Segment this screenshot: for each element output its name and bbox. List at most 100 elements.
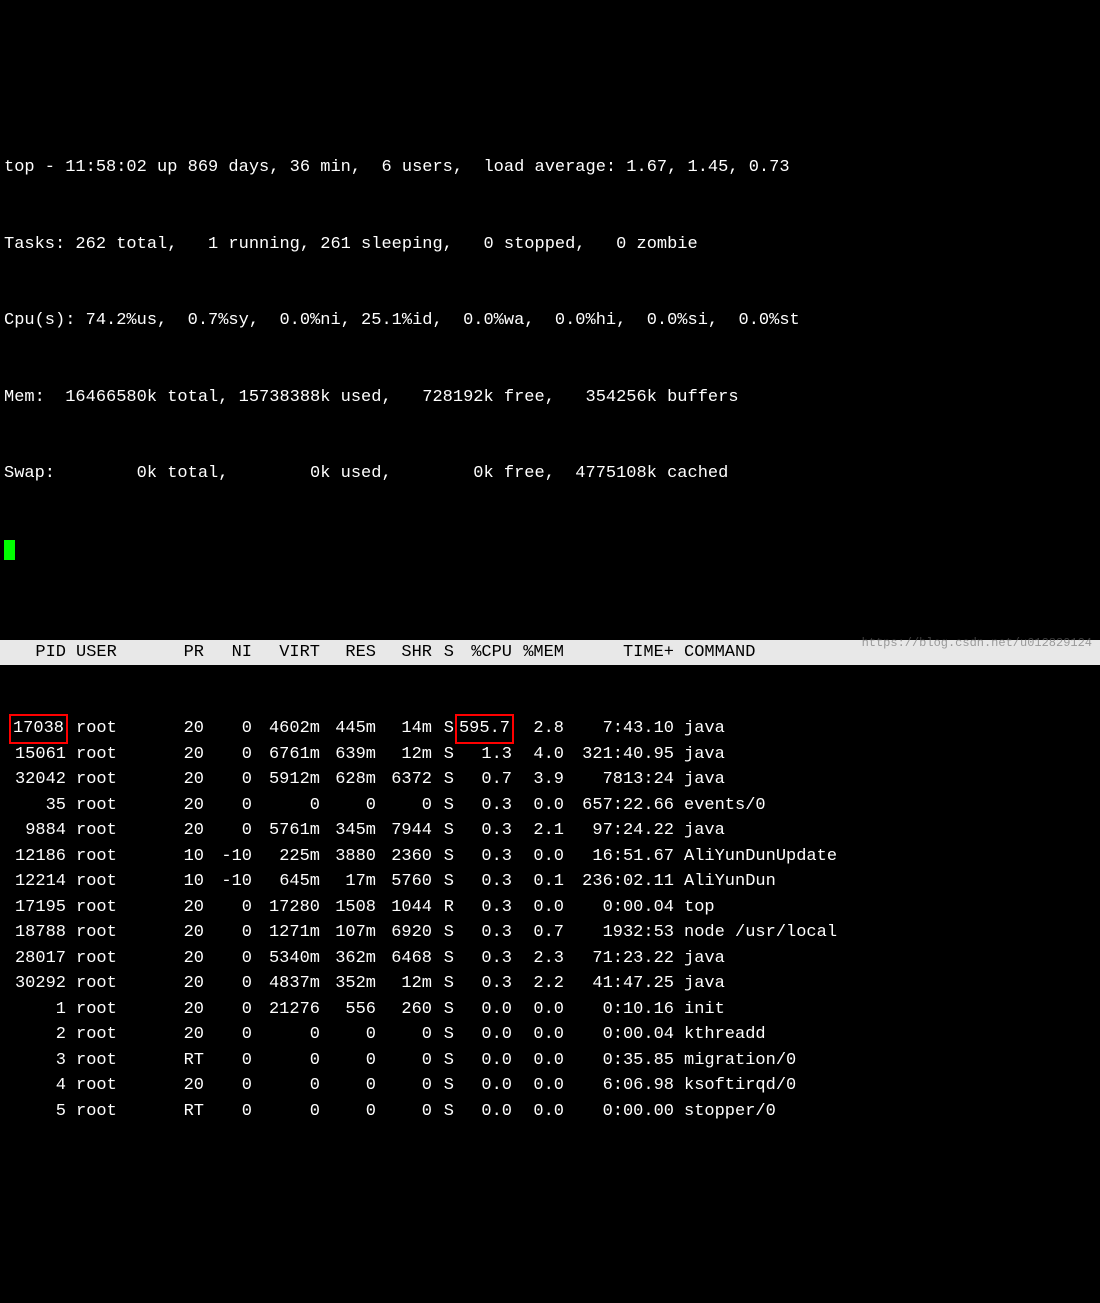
cell-cmd: top	[674, 895, 715, 921]
cell-cpu: 0.3	[454, 946, 512, 972]
cell-cmd: ksoftirqd/0	[674, 1073, 796, 1099]
process-row[interactable]: 9884root2005761m345m7944S0.32.197:24.22j…	[4, 818, 1096, 844]
header-user[interactable]: USER	[66, 640, 170, 666]
cell-user: root	[66, 971, 170, 997]
cell-time: 0:35.85	[564, 1048, 674, 1074]
cell-shr: 0	[376, 1048, 432, 1074]
cell-virt: 4602m	[252, 716, 320, 742]
cell-virt: 1271m	[252, 920, 320, 946]
cell-pid: 18788	[4, 920, 66, 946]
header-pid[interactable]: PID	[4, 640, 66, 666]
cell-user: root	[66, 920, 170, 946]
cell-pid: 4	[4, 1073, 66, 1099]
process-row[interactable]: 17195root2001728015081044R0.30.00:00.04t…	[4, 895, 1096, 921]
cell-s: S	[432, 946, 454, 972]
header-cpu[interactable]: %CPU	[454, 640, 512, 666]
top-summary-block: top - 11:58:02 up 869 days, 36 min, 6 us…	[0, 102, 1100, 589]
cell-ni: 0	[204, 767, 252, 793]
cell-pr: 20	[170, 742, 204, 768]
header-virt[interactable]: VIRT	[252, 640, 320, 666]
header-res[interactable]: RES	[320, 640, 376, 666]
cell-shr: 5760	[376, 869, 432, 895]
cell-shr: 260	[376, 997, 432, 1023]
process-row[interactable]: 5rootRT0000S0.00.00:00.00stopper/0	[4, 1099, 1096, 1125]
cell-pid: 3	[4, 1048, 66, 1074]
cell-time: 236:02.11	[564, 869, 674, 895]
cell-virt: 5761m	[252, 818, 320, 844]
cell-s: S	[432, 1099, 454, 1125]
process-row[interactable]: 35root200000S0.30.0657:22.66events/0	[4, 793, 1096, 819]
cell-time: 41:47.25	[564, 971, 674, 997]
cell-mem: 0.0	[512, 997, 564, 1023]
cell-time: 71:23.22	[564, 946, 674, 972]
cell-time: 0:00.00	[564, 1099, 674, 1125]
header-ni[interactable]: NI	[204, 640, 252, 666]
process-row[interactable]: 1root20021276556260S0.00.00:10.16init	[4, 997, 1096, 1023]
cell-virt: 0	[252, 1048, 320, 1074]
cell-pid: 12214	[4, 869, 66, 895]
cell-shr: 6468	[376, 946, 432, 972]
cell-pid: 5	[4, 1099, 66, 1125]
cell-cmd: node /usr/local	[674, 920, 837, 946]
process-row[interactable]: 30292root2004837m352m12mS0.32.241:47.25j…	[4, 971, 1096, 997]
cell-s: S	[432, 920, 454, 946]
process-row[interactable]: 4root200000S0.00.06:06.98ksoftirqd/0	[4, 1073, 1096, 1099]
cell-pr: 20	[170, 1073, 204, 1099]
cell-cmd: migration/0	[674, 1048, 796, 1074]
process-row[interactable]: 12186root10-10225m38802360S0.30.016:51.6…	[4, 844, 1096, 870]
cell-virt: 0	[252, 793, 320, 819]
cell-shr: 2360	[376, 844, 432, 870]
cell-s: S	[432, 997, 454, 1023]
cell-user: root	[66, 1048, 170, 1074]
cell-pr: 10	[170, 844, 204, 870]
cell-res: 0	[320, 1099, 376, 1125]
process-row[interactable]: 18788root2001271m107m6920S0.30.71932:53n…	[4, 920, 1096, 946]
cell-virt: 6761m	[252, 742, 320, 768]
cell-pid: 17195	[4, 895, 66, 921]
header-s[interactable]: S	[432, 640, 454, 666]
cell-cpu: 0.3	[454, 793, 512, 819]
cpu-line: Cpu(s): 74.2%us, 0.7%sy, 0.0%ni, 25.1%id…	[4, 308, 1096, 334]
cell-ni: -10	[204, 844, 252, 870]
process-row[interactable]: 3rootRT0000S0.00.00:35.85migration/0	[4, 1048, 1096, 1074]
process-row[interactable]: 2root200000S0.00.00:00.04kthreadd	[4, 1022, 1096, 1048]
header-command[interactable]: COMMAND	[674, 640, 755, 666]
cell-shr: 0	[376, 793, 432, 819]
cell-cmd: java	[674, 818, 725, 844]
cell-s: S	[432, 869, 454, 895]
cell-cmd: java	[674, 742, 725, 768]
cell-user: root	[66, 767, 170, 793]
cell-shr: 0	[376, 1022, 432, 1048]
cell-mem: 0.0	[512, 1048, 564, 1074]
header-pr[interactable]: PR	[170, 640, 204, 666]
cell-cpu: 0.0	[454, 997, 512, 1023]
process-row[interactable]: 28017root2005340m362m6468S0.32.371:23.22…	[4, 946, 1096, 972]
process-row[interactable]: 17038root2004602m445m14mS595.72.87:43.10…	[4, 716, 1096, 742]
cell-cmd: java	[674, 716, 725, 742]
header-shr[interactable]: SHR	[376, 640, 432, 666]
process-row[interactable]: 32042root2005912m628m6372S0.73.97813:24j…	[4, 767, 1096, 793]
cell-virt: 5340m	[252, 946, 320, 972]
header-mem[interactable]: %MEM	[512, 640, 564, 666]
cell-virt: 21276	[252, 997, 320, 1023]
cell-virt: 225m	[252, 844, 320, 870]
cell-time: 321:40.95	[564, 742, 674, 768]
cell-cpu: 0.0	[454, 1048, 512, 1074]
cell-ni: 0	[204, 997, 252, 1023]
cell-cmd: kthreadd	[674, 1022, 766, 1048]
process-row[interactable]: 15061root2006761m639m12mS1.34.0321:40.95…	[4, 742, 1096, 768]
cell-mem: 2.8	[512, 716, 564, 742]
cell-res: 345m	[320, 818, 376, 844]
cell-res: 0	[320, 1022, 376, 1048]
header-time[interactable]: TIME+	[564, 640, 674, 666]
cell-s: S	[432, 818, 454, 844]
cell-pr: 20	[170, 920, 204, 946]
cell-shr: 12m	[376, 971, 432, 997]
cell-pid: 17038	[4, 716, 66, 742]
process-row[interactable]: 12214root10-10645m17m5760S0.30.1236:02.1…	[4, 869, 1096, 895]
cell-shr: 0	[376, 1073, 432, 1099]
cell-ni: -10	[204, 869, 252, 895]
cell-virt: 645m	[252, 869, 320, 895]
cell-time: 16:51.67	[564, 844, 674, 870]
cell-pr: 20	[170, 767, 204, 793]
